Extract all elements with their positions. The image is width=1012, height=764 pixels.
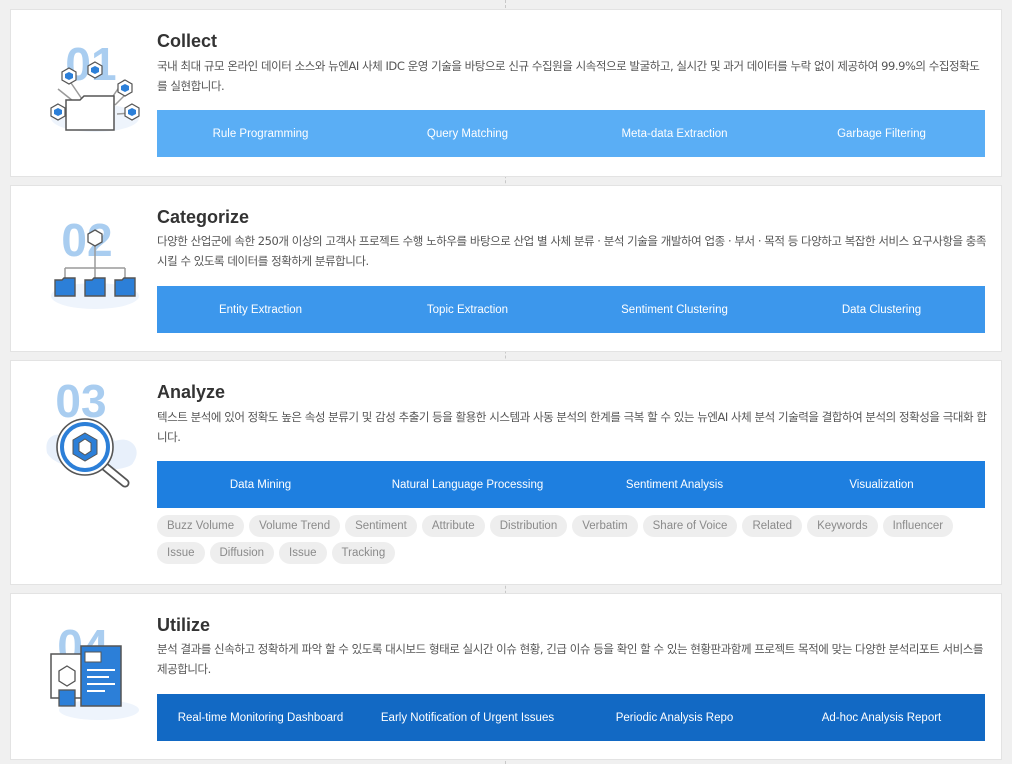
section-analyze: 03 Analyze 텍스트 분석에 있어 정확도 높은 속성 분류기 및 감성… (10, 360, 1002, 585)
section-collect: 01 (10, 9, 1002, 177)
magnifier-icon: 03 (39, 373, 143, 491)
bar-item-real-time-monitoring-dashboard[interactable]: Real-time Monitoring Dashboard (157, 694, 364, 741)
tag-issue-2[interactable]: Issue (279, 542, 327, 564)
bar-item-garbage-filtering[interactable]: Garbage Filtering (778, 110, 985, 157)
bar-item-data-mining[interactable]: Data Mining (157, 461, 364, 508)
section-categorize: 02 Categorize 다양한 산업군에 속한 250개 이상의 고객사 프… (10, 185, 1002, 352)
tag-issue[interactable]: Issue (157, 542, 205, 564)
tag-volume-trend[interactable]: Volume Trend (249, 515, 341, 537)
section-title: Analyze (157, 382, 226, 402)
section-title: Collect (157, 31, 218, 51)
tag-verbatim[interactable]: Verbatim (572, 515, 638, 537)
bar-item-entity-extraction[interactable]: Entity Extraction (157, 286, 364, 333)
feature-bar: Data Mining Natural Language Processing … (157, 461, 985, 508)
section-description: 분석 결과를 신속하고 정확하게 파악 할 수 있도록 대시보드 형태로 실시간… (157, 642, 984, 676)
bar-item-sentiment-analysis[interactable]: Sentiment Analysis (571, 461, 778, 508)
tag-attribute[interactable]: Attribute (421, 515, 485, 537)
report-document-icon: 04 (39, 606, 143, 724)
tag-keywords[interactable]: Keywords (807, 515, 878, 537)
tag-buzz-volume[interactable]: Buzz Volume (157, 515, 245, 537)
section-description: 국내 최대 규모 온라인 데이터 소스와 뉴엔AI 사체 IDC 운영 기술을 … (157, 59, 980, 93)
tag-influencer[interactable]: Influencer (882, 515, 954, 537)
section-title: Utilize (157, 615, 211, 635)
section-number: 02 (61, 214, 112, 266)
bar-item-sentiment-clustering[interactable]: Sentiment Clustering (571, 286, 778, 333)
bar-item-natural-language-processing[interactable]: Natural Language Processing (364, 461, 571, 508)
feature-bar: Entity Extraction Topic Extraction Senti… (157, 286, 985, 333)
bar-item-periodic-analysis-repo[interactable]: Periodic Analysis Repo (571, 694, 778, 741)
tag-sentiment[interactable]: Sentiment (345, 515, 417, 537)
feature-bar: Rule Programming Query Matching Meta-dat… (157, 110, 985, 157)
bar-item-data-clustering[interactable]: Data Clustering (778, 286, 985, 333)
tag-tracking[interactable]: Tracking (331, 542, 396, 564)
section-utilize: 04 Utilize 분석 결과를 신속하고 정확하게 파악 할 수 있도록 대… (10, 593, 1002, 760)
section-description: 텍스트 분석에 있어 정확도 높은 속성 분류기 및 감성 추출기 등을 활용한… (157, 410, 987, 444)
feature-bar: Real-time Monitoring Dashboard Early Not… (157, 694, 985, 741)
section-description: 다양한 산업군에 속한 250개 이상의 고객사 프로젝트 수행 노하우를 바탕… (157, 234, 987, 268)
section-title: Categorize (157, 207, 250, 227)
tag-share-of-voice[interactable]: Share of Voice (642, 515, 738, 537)
bar-item-early-notification-of-urgent-issues[interactable]: Early Notification of Urgent Issues (364, 694, 571, 741)
bar-item-visualization[interactable]: Visualization (778, 461, 985, 508)
bar-item-ad-hoc-analysis-report[interactable]: Ad-hoc Analysis Report (778, 694, 985, 741)
folder-network-icon: 01 (39, 22, 143, 140)
bar-item-meta-data-extraction[interactable]: Meta-data Extraction (571, 110, 778, 157)
tag-diffusion[interactable]: Diffusion (209, 542, 275, 564)
bar-item-topic-extraction[interactable]: Topic Extraction (364, 286, 571, 333)
tag-distribution[interactable]: Distribution (489, 515, 568, 537)
tag-list: Buzz Volume Volume Trend Sentiment Attri… (157, 515, 987, 569)
bar-item-query-matching[interactable]: Query Matching (364, 110, 571, 157)
folder-tree-icon: 02 (39, 198, 143, 316)
tag-related[interactable]: Related (742, 515, 803, 537)
bar-item-rule-programming[interactable]: Rule Programming (157, 110, 364, 157)
